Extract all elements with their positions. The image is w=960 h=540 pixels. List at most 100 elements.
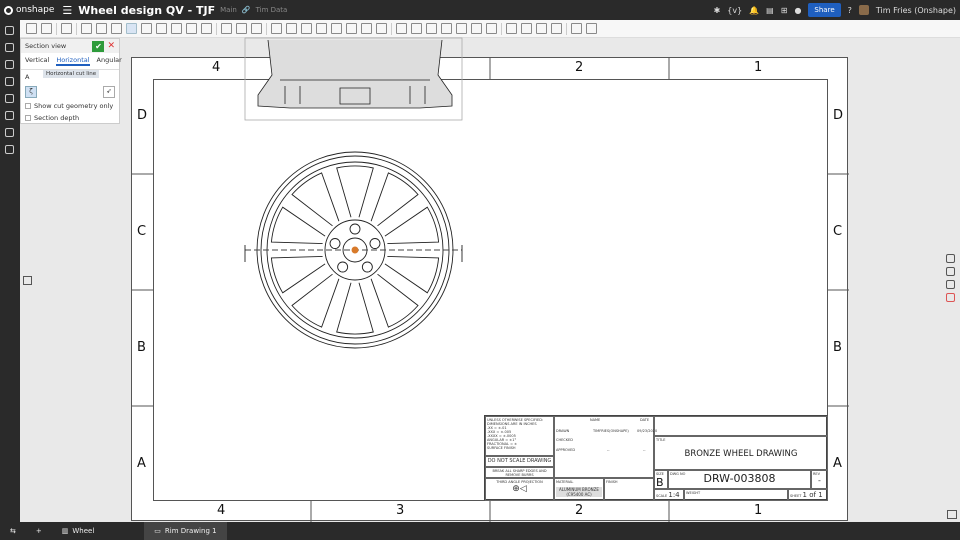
tab-wheel[interactable]: ▥ Wheel: [52, 522, 105, 540]
collapse-panel-icon[interactable]: [23, 276, 32, 285]
bottom-bar: ⇆ + ▥ Wheel ▭ Rim Drawing 1: [0, 522, 960, 540]
onshape-logo[interactable]: onshape: [0, 5, 54, 15]
variables-icon[interactable]: {v}: [727, 6, 742, 15]
line-style-icon[interactable]: [506, 23, 517, 34]
right-toolbar: [944, 250, 958, 306]
divider: [76, 22, 77, 35]
add-tab-button[interactable]: +: [26, 522, 52, 540]
list-icon[interactable]: ▤: [766, 6, 774, 15]
divider: [56, 22, 57, 35]
detail-view-icon[interactable]: [156, 23, 167, 34]
circle-icon[interactable]: [411, 23, 422, 34]
datum-icon[interactable]: [251, 23, 262, 34]
line-icon[interactable]: [396, 23, 407, 34]
tooltip: Horizontal cut line: [43, 70, 100, 78]
bug-icon[interactable]: ✱: [714, 6, 721, 15]
zone-col-top: 1: [754, 60, 763, 75]
left-rail: [0, 20, 20, 522]
callout-icon[interactable]: [286, 23, 297, 34]
cancel-button[interactable]: ✕: [107, 41, 115, 52]
tab-angular[interactable]: Angular: [97, 56, 122, 66]
section-view-icon[interactable]: [126, 23, 137, 34]
configurations-icon[interactable]: [5, 111, 14, 120]
centerline-icon[interactable]: [316, 23, 327, 34]
import-icon[interactable]: [536, 23, 547, 34]
help-button[interactable]: ?: [848, 6, 852, 15]
tab-manager-icon[interactable]: ⇆: [0, 522, 26, 540]
folder-label[interactable]: Tim Data: [256, 6, 288, 14]
size-cell: SIZE B: [654, 470, 668, 489]
document-title[interactable]: Wheel design QV - TJF: [78, 4, 215, 17]
redo-icon[interactable]: [41, 23, 52, 34]
tab-rim-drawing[interactable]: ▭ Rim Drawing 1: [144, 522, 227, 540]
tab-label: Rim Drawing 1: [164, 527, 217, 535]
globe-icon[interactable]: ●: [794, 6, 801, 15]
appstore-icon[interactable]: [946, 293, 955, 302]
check-icon[interactable]: [571, 23, 582, 34]
show-cut-geometry-checkbox[interactable]: Show cut geometry only: [21, 100, 119, 112]
zone-row-right: D: [833, 108, 844, 123]
aligned-section-icon[interactable]: [141, 23, 152, 34]
zone-col-bottom: 4: [217, 503, 226, 518]
branch-label[interactable]: Main: [220, 6, 237, 14]
crop-view-icon[interactable]: [201, 23, 212, 34]
auxiliary-view-icon[interactable]: [111, 23, 122, 34]
point-icon[interactable]: [456, 23, 467, 34]
menu-icon[interactable]: ☰: [62, 4, 72, 17]
history-icon[interactable]: [5, 128, 14, 137]
image-icon[interactable]: [361, 23, 372, 34]
apps-icon[interactable]: ⊞: [781, 6, 788, 15]
link-icon[interactable]: 🔗: [242, 6, 251, 14]
rectangle-icon[interactable]: [426, 23, 437, 34]
break-view-icon[interactable]: [171, 23, 182, 34]
notifications-icon[interactable]: 🔔: [749, 6, 759, 15]
note-icon[interactable]: [271, 23, 282, 34]
zone-row-left: A: [137, 456, 146, 471]
zone-col-top: 3: [396, 60, 405, 75]
pick-edge-button[interactable]: ➶: [103, 86, 115, 98]
intersect-icon[interactable]: [486, 23, 497, 34]
pen-icon[interactable]: [551, 23, 562, 34]
filter-icon[interactable]: [946, 267, 955, 276]
text-icon[interactable]: [376, 23, 387, 34]
properties-icon[interactable]: [5, 94, 14, 103]
spline-icon[interactable]: [441, 23, 452, 34]
user-menu[interactable]: Tim Fries (Onshape): [876, 6, 956, 15]
section-depth-checkbox[interactable]: Section depth: [21, 112, 119, 124]
cut-line-button[interactable]: ζ: [25, 86, 37, 98]
divider: [566, 22, 567, 35]
broken-out-icon[interactable]: [186, 23, 197, 34]
confirm-button[interactable]: ✔: [92, 40, 105, 52]
hatch-icon[interactable]: [471, 23, 482, 34]
hole-table-icon[interactable]: [236, 23, 247, 34]
dimension-icon[interactable]: [221, 23, 232, 34]
top-bar: onshape ☰ Wheel design QV - TJF Main 🔗 T…: [0, 0, 960, 20]
approval-table: NAME DATE DRAWN TIMFRIES(ONSHAPE) 09/23/202…: [554, 416, 657, 478]
appearance-icon[interactable]: [5, 60, 14, 69]
insert-view-icon[interactable]: [81, 23, 92, 34]
symbol-icon[interactable]: [346, 23, 357, 34]
table-icon[interactable]: [301, 23, 312, 34]
sheet-cell: SHEET 1 of 1: [788, 489, 828, 501]
comments-icon[interactable]: [5, 77, 14, 86]
share-button[interactable]: Share: [808, 3, 841, 17]
inspection-icon[interactable]: [331, 23, 342, 34]
export-icon[interactable]: [521, 23, 532, 34]
tab-horizontal[interactable]: Horizontal: [56, 56, 90, 66]
tab-vertical[interactable]: Vertical: [25, 56, 49, 66]
undo-icon[interactable]: [26, 23, 37, 34]
projected-view-icon[interactable]: [96, 23, 107, 34]
tools-icon[interactable]: [946, 280, 955, 289]
avatar[interactable]: [858, 5, 869, 15]
material-cell: MATERIAL ALUMINUM BRONZE (C95400 AC): [554, 478, 604, 501]
bom-icon[interactable]: [5, 145, 14, 154]
add-icon[interactable]: [5, 43, 14, 52]
zone-col-bottom: 3: [396, 503, 405, 518]
zone-col-top: 2: [575, 60, 584, 75]
view-icon[interactable]: [946, 254, 955, 263]
update-icon[interactable]: [61, 23, 72, 34]
zone-row-left: D: [137, 108, 148, 123]
zoom-icon[interactable]: [586, 23, 597, 34]
feature-list-icon[interactable]: [5, 26, 14, 35]
expand-icon[interactable]: [947, 510, 957, 519]
